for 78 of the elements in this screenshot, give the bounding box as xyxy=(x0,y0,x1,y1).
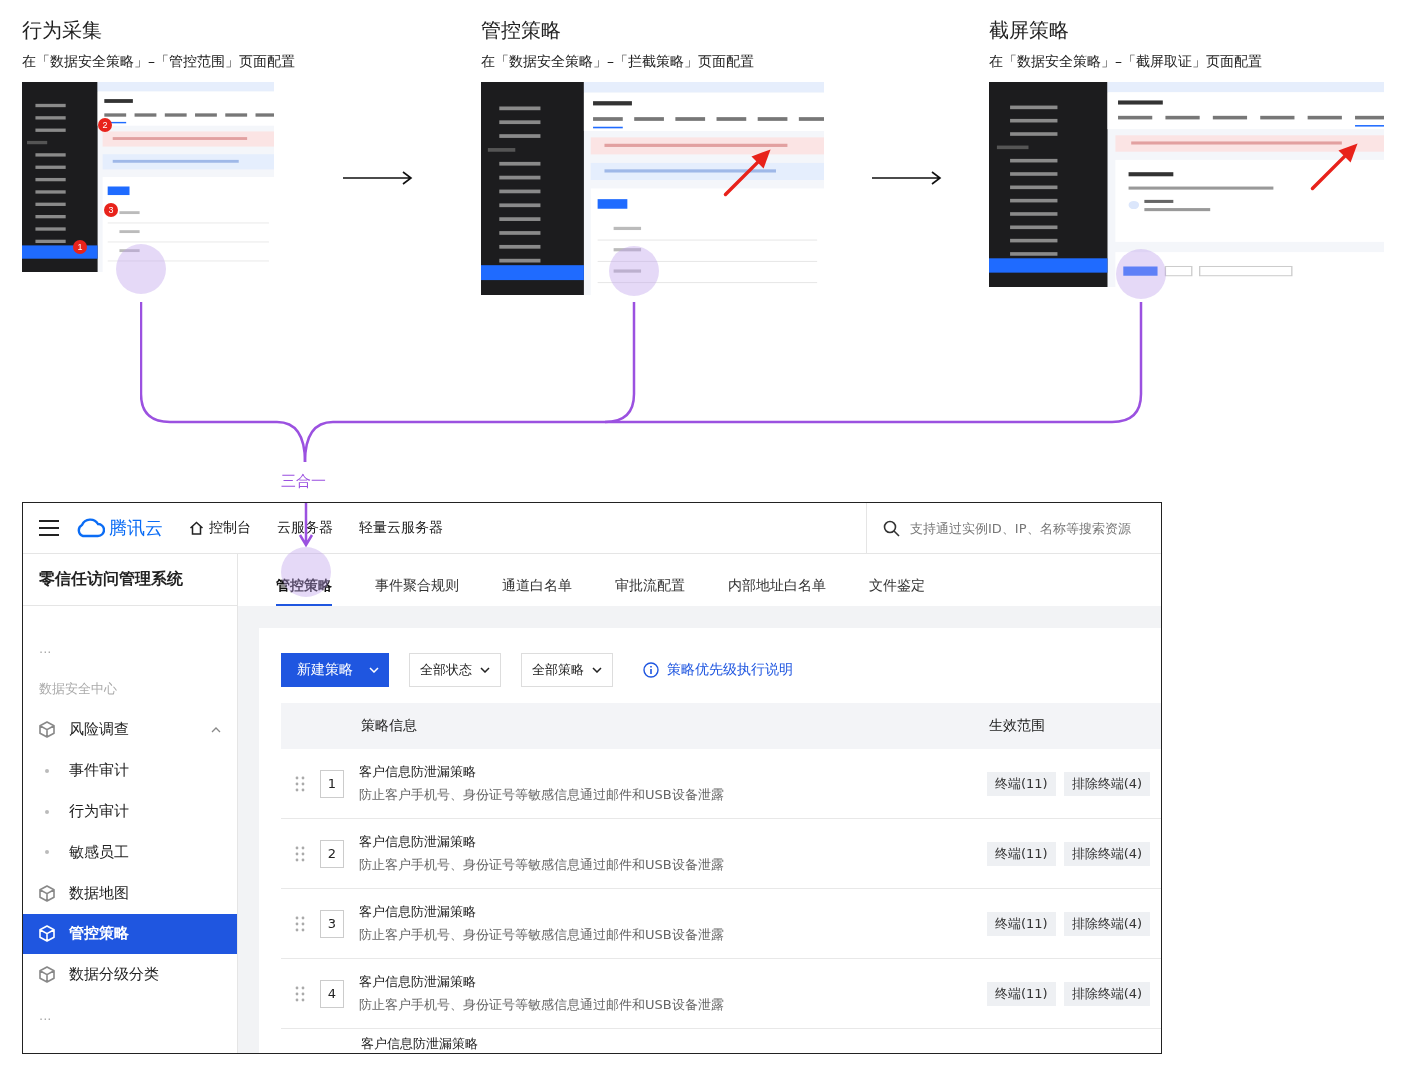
policy-title: 客户信息防泄漏策略 xyxy=(359,763,477,781)
info-icon xyxy=(643,662,659,678)
sidebar-item[interactable]: 数据分级分类 xyxy=(23,954,237,996)
home-icon xyxy=(189,521,204,535)
search-icon xyxy=(883,519,900,537)
order-field[interactable]: 3 xyxy=(320,909,344,938)
policy-description: 防止客户手机号、身份证号等敏感信息通过邮件和USB设备泄露 xyxy=(359,996,725,1014)
menu-icon[interactable] xyxy=(39,520,59,536)
sidebar-item[interactable]: 敏感员工 xyxy=(23,832,237,873)
new-policy-button[interactable]: 新建策略 xyxy=(281,653,389,687)
filter-dropdown[interactable]: 全部策略 xyxy=(521,653,613,687)
scope-tag[interactable]: 终端(11) xyxy=(987,771,1056,796)
scope-tag[interactable]: 终端(11) xyxy=(987,981,1056,1006)
drag-handle-icon[interactable] xyxy=(295,845,305,862)
caret-icon xyxy=(592,667,602,673)
scope-tag[interactable]: 排除终端(4) xyxy=(1063,771,1151,796)
step-title: 行为采集 xyxy=(22,17,102,44)
step-description: 在「数据安全策略」–「截屏取证」页面配置 xyxy=(989,52,1262,71)
highlight-circle xyxy=(609,246,659,296)
policy-title: 客户信息防泄漏策略 xyxy=(361,1035,479,1053)
cube-icon xyxy=(39,925,55,943)
caret-icon xyxy=(480,667,490,673)
pointer-arrow-drawing xyxy=(722,146,774,198)
order-field[interactable]: 4 xyxy=(320,979,344,1008)
policy-title: 客户信息防泄漏策略 xyxy=(359,833,477,851)
scope-tag[interactable]: 排除终端(4) xyxy=(1063,981,1151,1006)
cube-icon xyxy=(39,884,55,902)
policy-title: 客户信息防泄漏策略 xyxy=(359,973,477,991)
cube-icon xyxy=(39,966,55,984)
tab[interactable]: 审批流配置 xyxy=(615,577,685,606)
nav-link[interactable]: 控制台 xyxy=(209,519,251,537)
policy-description: 防止客户手机号、身份证号等敏感信息通过邮件和USB设备泄露 xyxy=(359,786,725,804)
tab[interactable]: 文件鉴定 xyxy=(869,577,925,606)
step-description: 在「数据安全策略」–「拦截策略」页面配置 xyxy=(481,52,754,71)
step-title: 管控策略 xyxy=(481,17,561,44)
drag-handle-icon[interactable] xyxy=(295,775,305,792)
caret-icon xyxy=(369,667,379,673)
highlight-circle xyxy=(116,244,166,294)
tab[interactable]: 内部地址白名单 xyxy=(728,577,826,606)
cube-icon xyxy=(39,721,55,739)
drag-handle-icon[interactable] xyxy=(295,985,305,1002)
highlight-circle xyxy=(1116,249,1166,299)
sidebar-item[interactable]: 行为审计 xyxy=(23,791,237,832)
sidebar-item[interactable]: 事件审计 xyxy=(23,750,237,792)
scope-tag[interactable]: 终端(11) xyxy=(987,841,1056,866)
scope-tag[interactable]: 终端(11) xyxy=(987,911,1056,936)
drag-handle-icon[interactable] xyxy=(295,915,305,932)
system-title: 零信任访问管理系统 xyxy=(23,554,237,606)
step-title: 截屏策略 xyxy=(989,17,1069,44)
filter-dropdown[interactable]: 全部状态 xyxy=(409,653,501,687)
merge-label: 三合一 xyxy=(281,472,326,491)
policy-title: 客户信息防泄漏策略 xyxy=(359,903,477,921)
sidebar-item[interactable]: 风险调查 xyxy=(23,709,237,751)
tab[interactable]: 事件聚合规则 xyxy=(375,577,459,606)
order-field[interactable]: 1 xyxy=(320,769,344,798)
scope-tag[interactable]: 排除终端(4) xyxy=(1063,841,1151,866)
brand-name[interactable]: 腾讯云 xyxy=(109,516,163,540)
sidebar-group-label: 数据安全中心 xyxy=(38,680,118,699)
column-header: 策略信息 xyxy=(360,717,418,735)
step-description: 在「数据安全策略」–「管控范围」页面配置 xyxy=(22,52,295,71)
tab[interactable]: 通道白名单 xyxy=(502,577,572,606)
right-arrow-icon xyxy=(870,170,943,185)
pointer-arrow-drawing xyxy=(1309,140,1361,192)
sidebar-item[interactable]: 数据地图 xyxy=(23,872,237,914)
cloud-logo-icon xyxy=(75,518,105,538)
policy-description: 防止客户手机号、身份证号等敏感信息通过邮件和USB设备泄露 xyxy=(359,926,725,944)
order-field[interactable]: 2 xyxy=(320,839,344,868)
nav-link[interactable]: 云服务器 xyxy=(277,519,333,537)
scope-tag[interactable]: 排除终端(4) xyxy=(1063,911,1151,936)
more-indicator: ... xyxy=(38,1007,53,1026)
column-header: 生效范围 xyxy=(989,717,1045,735)
nav-link[interactable]: 轻量云服务器 xyxy=(359,519,443,537)
policy-description: 防止客户手机号、身份证号等敏感信息通过邮件和USB设备泄露 xyxy=(359,856,725,874)
help-link[interactable]: 策略优先级执行说明 xyxy=(667,661,793,679)
more-indicator: ... xyxy=(38,639,53,658)
sidebar-item[interactable]: 管控策略 xyxy=(23,913,237,955)
chevron-icon[interactable] xyxy=(211,727,221,733)
right-arrow-icon xyxy=(341,170,414,185)
